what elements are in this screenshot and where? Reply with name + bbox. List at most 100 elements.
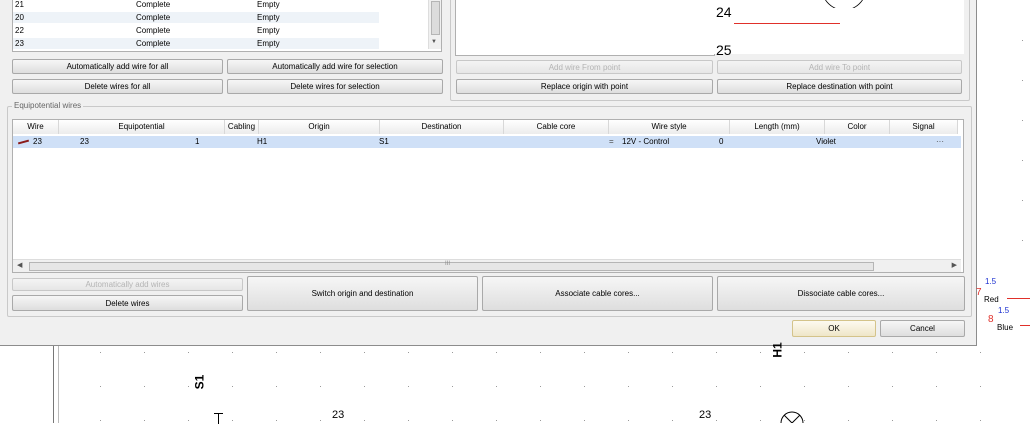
schematic-frame-line-inner — [58, 346, 59, 423]
replace-destination-button[interactable]: Replace destination with point — [717, 79, 962, 94]
column-header[interactable]: Equipotential — [59, 120, 225, 134]
grid-dot — [408, 420, 409, 421]
grid-dot — [364, 386, 365, 387]
add-wire-to-point-button[interactable]: Add wire To point — [717, 60, 962, 74]
cell-cabling-order: 1 — [195, 137, 200, 146]
column-header[interactable]: Destination — [380, 120, 504, 134]
grid-dot — [144, 352, 145, 353]
table-row[interactable]: 23 Complete Empty — [13, 38, 379, 49]
column-header[interactable]: Wire — [13, 120, 59, 134]
switch-symbol — [214, 413, 223, 424]
component-label-s1: S1 — [192, 374, 207, 390]
grid-dot — [584, 420, 585, 421]
grid-dot — [980, 352, 981, 353]
wire7-section: 1.5 — [985, 277, 997, 286]
add-wire-from-point-button[interactable]: Add wire From point — [456, 60, 713, 74]
wire8-line — [1020, 325, 1030, 326]
table-row[interactable]: 20 Complete Empty — [13, 12, 379, 23]
scroll-right-icon[interactable]: ▶ — [952, 261, 957, 269]
grid-dot — [628, 386, 629, 387]
wire-status-list[interactable]: 21 Complete Empty 20 Complete Empty 22 Complete… — [12, 0, 442, 52]
grid-dot — [232, 386, 233, 387]
scroll-left-icon[interactable]: ◀ — [17, 261, 22, 269]
scroll-down-icon[interactable]: ▼ — [431, 39, 437, 45]
cell-destination: S1 — [379, 137, 389, 146]
scroll-thumb[interactable]: III — [29, 261, 874, 271]
grid-dot — [144, 420, 145, 421]
grid-dot — [276, 386, 277, 387]
horizontal-scrollbar[interactable]: ◀ III ▶ — [13, 259, 961, 272]
delete-wires-all-button[interactable]: Delete wires for all — [12, 79, 223, 94]
grid-dot — [628, 420, 629, 421]
column-header[interactable]: Signal — [890, 120, 958, 134]
cell-status: Complete — [136, 26, 171, 35]
wire7-number: 7 — [976, 287, 982, 298]
switch-origin-destination-button[interactable]: Switch origin and destination — [247, 276, 478, 311]
cell-num: 22 — [15, 26, 24, 35]
dissociate-cable-cores-button[interactable]: Dissociate cable cores... — [717, 276, 965, 311]
grid-dot — [320, 386, 321, 387]
column-header[interactable]: Origin — [259, 120, 380, 134]
wire7-line — [1007, 298, 1030, 299]
grid-dot — [760, 352, 761, 353]
color-ellipsis-icon[interactable]: ··· — [823, 136, 831, 147]
scroll-grip: III — [445, 261, 451, 267]
cell-num: 21 — [15, 0, 24, 9]
grid-dot — [540, 386, 541, 387]
cell-length: 0 — [719, 137, 724, 146]
column-header[interactable]: Length (mm) — [730, 120, 825, 134]
grid-dot — [496, 420, 497, 421]
grid-dot — [716, 420, 717, 421]
grid-dot — [232, 420, 233, 421]
cell-wire: 23 — [33, 137, 42, 146]
grid-dot — [188, 420, 189, 421]
auto-add-wire-selection-button[interactable]: Automatically add wire for selection — [227, 59, 443, 74]
cell-status: Complete — [136, 0, 171, 9]
grid-dot — [804, 352, 805, 353]
cell-num: 23 — [15, 39, 24, 48]
table-row[interactable]: 21 Complete Empty — [13, 0, 379, 10]
equipotential-table[interactable]: WireEquipotentialCabling orderOriginDest… — [12, 119, 964, 273]
grid-dot — [320, 420, 321, 421]
replace-origin-button[interactable]: Replace origin with point — [456, 79, 713, 94]
cell-value: Empty — [257, 13, 280, 22]
grid-dot — [496, 386, 497, 387]
cancel-button[interactable]: Cancel — [880, 320, 965, 337]
grid-dot — [1022, 80, 1023, 81]
column-header[interactable]: Cable core — [504, 120, 609, 134]
table-row[interactable]: 23 23 1 H1 S1 12V - Control 0 Violet = ··· ··· — [13, 136, 961, 148]
grid-dot — [320, 352, 321, 353]
auto-add-wires-button[interactable]: Automatically add wires — [12, 278, 243, 291]
list-scrollbar[interactable]: ▼ — [428, 0, 441, 49]
column-header[interactable]: Cabling order — [225, 120, 259, 145]
table-row[interactable]: 22 Complete Empty — [13, 25, 379, 36]
grid-dot — [716, 352, 717, 353]
grid-dot — [364, 352, 365, 353]
preview-symbol — [825, 0, 863, 8]
grid-dot — [188, 386, 189, 387]
cell-wire-style: 12V - Control — [622, 137, 670, 146]
auto-add-wire-all-button[interactable]: Automatically add wire for all — [12, 59, 223, 74]
component-label-h1: H1 — [770, 342, 785, 358]
ok-button[interactable]: OK — [792, 320, 876, 337]
column-header[interactable]: Color — [825, 120, 890, 134]
wire-style-icon[interactable]: = — [609, 136, 614, 147]
grid-dot — [496, 352, 497, 353]
column-header[interactable]: Wire style — [609, 120, 730, 134]
wire-number-left: 23 — [332, 409, 345, 421]
grid-dot — [188, 352, 189, 353]
delete-wires-selection-button[interactable]: Delete wires for selection — [227, 79, 443, 94]
grid-dot — [1022, 200, 1023, 201]
schematic-frame-line — [53, 346, 54, 423]
wire-icon — [17, 139, 30, 145]
grid-dot — [804, 386, 805, 387]
cell-status: Complete — [136, 13, 171, 22]
wire8-number: 8 — [988, 314, 994, 325]
grid-dot — [100, 386, 101, 387]
signal-ellipsis-icon[interactable]: ··· — [936, 136, 944, 147]
grid-dot — [540, 420, 541, 421]
associate-cable-cores-button[interactable]: Associate cable cores... — [482, 276, 713, 311]
grid-dot — [760, 386, 761, 387]
delete-wires-button[interactable]: Delete wires — [12, 295, 243, 311]
cell-origin: H1 — [257, 137, 268, 146]
